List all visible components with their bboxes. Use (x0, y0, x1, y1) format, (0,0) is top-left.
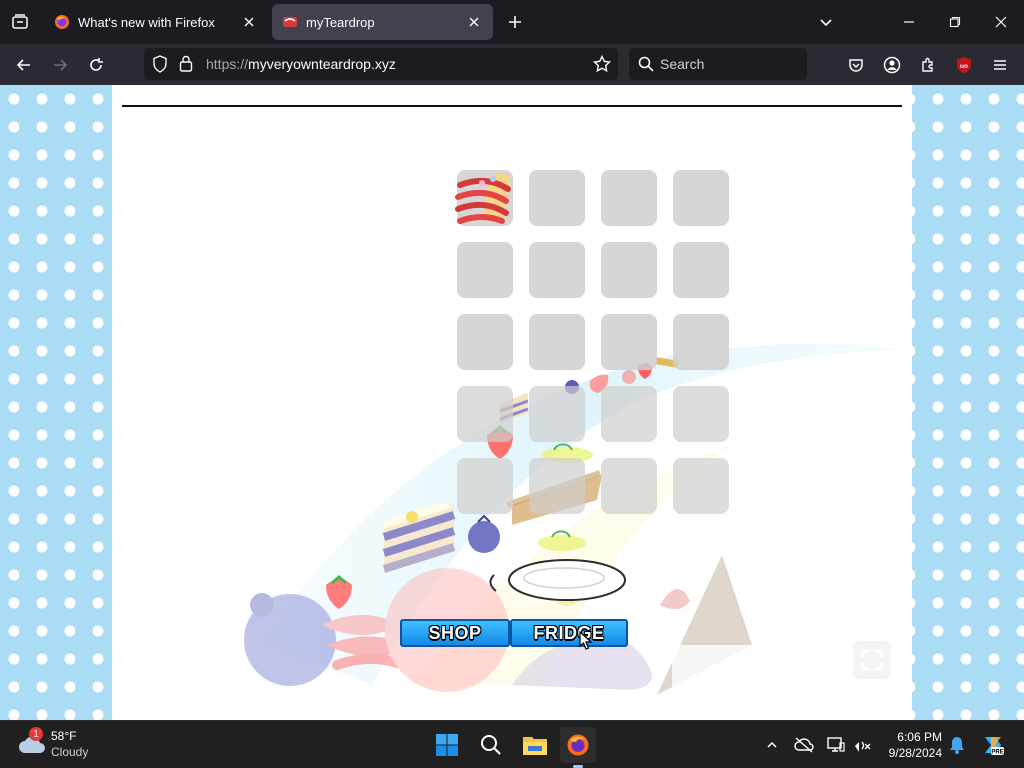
fridge-slot[interactable] (601, 386, 657, 442)
tab-list-icon[interactable] (8, 10, 32, 34)
search-icon (638, 56, 654, 77)
ublock-origin-icon[interactable]: uo (951, 52, 977, 78)
windows-start-icon[interactable] (429, 727, 465, 763)
fridge-slot[interactable] (529, 314, 585, 370)
plate-icon (508, 559, 626, 601)
list-all-tabs-icon[interactable] (812, 8, 840, 36)
shop-button[interactable]: SHOP (400, 619, 510, 647)
fridge-slot[interactable] (601, 242, 657, 298)
fridge-slot[interactable] (457, 314, 513, 370)
page-container: SHOP FRIDGE (112, 85, 912, 720)
web-content: SHOP FRIDGE (0, 85, 1024, 720)
firefox-taskbar-icon[interactable] (560, 727, 596, 763)
fridge-slot[interactable] (457, 458, 513, 514)
tab-strip: What's new with Firefox myTeardrop (0, 0, 1024, 44)
show-hidden-icons-chevron-icon[interactable] (761, 734, 783, 756)
close-tab-icon[interactable] (465, 13, 483, 31)
fridge-slot[interactable] (529, 242, 585, 298)
pocket-icon[interactable] (843, 52, 869, 78)
lime-icon (538, 535, 586, 551)
account-icon[interactable] (879, 52, 905, 78)
extensions-puzzle-icon[interactable] (915, 52, 941, 78)
weather-temperature: 58°F (51, 729, 77, 743)
tab-whats-new[interactable]: What's new with Firefox (44, 4, 268, 40)
svg-text:PRE: PRE (991, 750, 1003, 756)
tab-title: What's new with Firefox (78, 14, 215, 30)
raspberry-icon (622, 370, 636, 384)
tracking-protection-shield-icon[interactable] (152, 55, 168, 78)
raspberry-icon (660, 588, 690, 610)
url-protocol: https:// (206, 56, 249, 72)
fridge-slot[interactable] (601, 458, 657, 514)
reload-icon[interactable] (83, 52, 109, 78)
copilot-icon[interactable]: PRE (980, 734, 1006, 756)
search-bar[interactable]: Search (629, 48, 807, 80)
restore-icon[interactable] (941, 8, 969, 36)
minimize-icon[interactable] (895, 8, 923, 36)
fridge-slot[interactable] (673, 170, 729, 226)
fridge-slot[interactable] (601, 170, 657, 226)
fullscreen-icon[interactable] (853, 641, 891, 679)
close-tab-icon[interactable] (240, 13, 258, 31)
search-icon[interactable] (473, 727, 509, 763)
fridge-slot[interactable] (673, 386, 729, 442)
weather-condition: Cloudy (51, 745, 89, 759)
fridge-slot[interactable] (457, 386, 513, 442)
fridge-slot[interactable] (673, 242, 729, 298)
tab-title: myTeardrop (306, 14, 375, 30)
file-explorer-icon[interactable] (517, 727, 553, 763)
bookmark-star-icon[interactable] (592, 54, 612, 78)
teardrop-favicon-icon (282, 14, 298, 30)
weather-widget[interactable]: 1 58°F Cloudy (16, 727, 126, 763)
tab-myteardrop[interactable]: myTeardrop (272, 4, 493, 40)
windows-taskbar: 1 58°F Cloudy 6:06 PM 9/28/2024 PRE (0, 720, 1024, 768)
url-text: https://myveryownteardrop.xyz (206, 56, 396, 72)
lock-icon[interactable] (179, 55, 193, 77)
system-clock[interactable]: 6:06 PM 9/28/2024 (850, 729, 942, 761)
hamburger-menu-icon[interactable] (987, 52, 1013, 78)
notification-bell-icon[interactable] (946, 734, 968, 756)
clock-time: 6:06 PM (897, 730, 942, 744)
new-tab-icon[interactable] (503, 10, 527, 34)
fridge-slot[interactable] (529, 458, 585, 514)
weather-badge: 1 (29, 727, 43, 741)
mouse-cursor-icon (579, 631, 593, 650)
navigation-toolbar: https://myveryownteardrop.xyz Search uo (0, 44, 1024, 85)
fridge-button[interactable]: FRIDGE (510, 619, 628, 647)
url-host: myveryownteardrop.xyz (248, 56, 396, 72)
fridge-slot[interactable] (457, 242, 513, 298)
fridge-slot[interactable] (601, 314, 657, 370)
fridge-slot[interactable] (529, 386, 585, 442)
onedrive-offline-icon[interactable] (793, 734, 815, 756)
back-arrow-icon[interactable] (11, 52, 37, 78)
close-window-icon[interactable] (987, 8, 1015, 36)
address-bar[interactable]: https://myveryownteardrop.xyz (144, 48, 618, 80)
fridge-slot[interactable] (673, 314, 729, 370)
addon-badge-text: uo (960, 63, 968, 70)
search-placeholder: Search (660, 56, 705, 72)
display-icon[interactable] (825, 734, 847, 756)
clock-date: 9/28/2024 (888, 746, 942, 760)
blueberry-icon (468, 521, 500, 553)
forward-arrow-icon[interactable] (47, 52, 73, 78)
fridge-slot[interactable] (673, 458, 729, 514)
fridge-slot[interactable] (529, 170, 585, 226)
firefox-icon (54, 14, 70, 30)
